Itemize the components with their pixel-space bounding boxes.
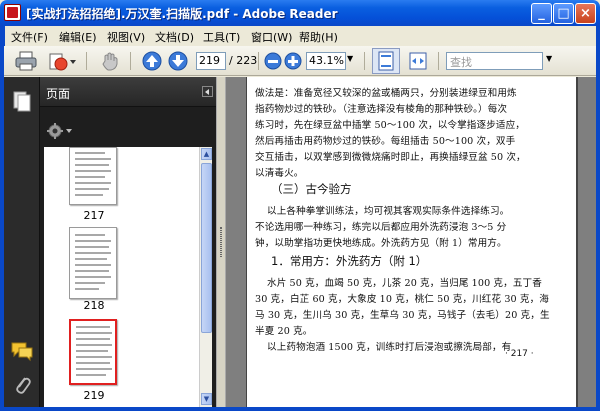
window-frame-bottom bbox=[0, 407, 600, 411]
doc-heading: （三）古今验方 bbox=[271, 182, 352, 196]
scroll-down-icon[interactable]: ▼ bbox=[201, 393, 212, 405]
thumbnail-list[interactable]: 217 218 219 bbox=[44, 147, 199, 407]
doc-line: 指药物炒过的铁砂。（注意选择没有棱角的那种铁砂。）每次 bbox=[255, 104, 508, 115]
toolbar-separator bbox=[86, 52, 87, 70]
next-page-button[interactable] bbox=[166, 50, 190, 72]
title-bar[interactable]: [实战打法招招绝].万汉奎.扫描版.pdf - Adobe Reader _ □… bbox=[0, 0, 600, 26]
scroll-thumb[interactable] bbox=[201, 163, 212, 333]
panel-title: 页面 bbox=[46, 87, 71, 101]
window-frame-right bbox=[596, 26, 600, 411]
document-page: 做法是：准备宽径又较深的盆或桶两只，分别装进绿豆和用炼 指药物炒过的铁砂。（注意… bbox=[246, 77, 578, 407]
hand-icon bbox=[102, 52, 118, 71]
pages-icon bbox=[13, 91, 31, 112]
page-total: / 223 bbox=[229, 54, 258, 67]
up-arrow-icon bbox=[142, 51, 162, 71]
close-button[interactable]: × bbox=[575, 3, 596, 24]
navigation-strip bbox=[4, 77, 40, 407]
minimize-icon: _ bbox=[538, 6, 545, 21]
zoom-dropdown-icon[interactable]: ▼ bbox=[347, 54, 353, 63]
maximize-icon: □ bbox=[557, 6, 570, 21]
close-icon: × bbox=[580, 6, 591, 21]
doc-line: 以清毒火。 bbox=[255, 168, 304, 179]
pages-panel-button[interactable] bbox=[10, 89, 34, 113]
comments-panel-button[interactable] bbox=[10, 339, 34, 363]
page-thumbnail-218[interactable] bbox=[69, 227, 117, 299]
zoom-in-button[interactable] bbox=[282, 50, 306, 72]
doc-line: 30 克，白芷 60 克，大象皮 10 克，桃仁 50 克，川红花 30 克，海 bbox=[255, 294, 549, 305]
doc-subheading: 1．常用方：外洗药方（附 1） bbox=[271, 254, 428, 268]
fit-page-icon bbox=[378, 51, 394, 71]
doc-line: 练习时，先在绿豆盆中插掌 50～100 次，以令掌指逐步适应， bbox=[255, 120, 525, 131]
doc-line: 半夏 20 克。 bbox=[255, 326, 313, 337]
page-thumbnail-219[interactable] bbox=[69, 319, 117, 385]
printer-icon bbox=[15, 51, 37, 71]
toolbar-separator bbox=[130, 52, 131, 70]
fit-page-button[interactable] bbox=[372, 48, 400, 74]
search-dropdown-icon[interactable]: ▼ bbox=[546, 54, 552, 63]
menu-tools[interactable]: 工具(T) bbox=[203, 29, 240, 45]
panel-splitter[interactable] bbox=[216, 77, 226, 407]
gear-icon bbox=[47, 123, 72, 139]
doc-line: 做法是：准备宽径又较深的盆或桶两只，分别装进绿豆和用炼 bbox=[255, 88, 517, 99]
page-thumbnail-217[interactable] bbox=[69, 147, 117, 205]
scroll-up-icon[interactable]: ▲ bbox=[201, 148, 212, 160]
menu-document[interactable]: 文档(D) bbox=[155, 29, 194, 45]
document-viewport[interactable]: 做法是：准备宽径又较深的盆或桶两只，分别装进绿豆和用炼 指药物炒过的铁砂。（注意… bbox=[226, 77, 596, 407]
zoom-in-icon bbox=[284, 52, 302, 70]
window-title: [实战打法招招绝].万汉奎.扫描版.pdf - Adobe Reader bbox=[26, 7, 338, 21]
thumbnail-label-218: 218 bbox=[83, 299, 105, 312]
attach-button[interactable] bbox=[46, 50, 76, 72]
menu-bar: 文件(F) 编辑(E) 视图(V) 文档(D) 工具(T) 窗口(W) 帮助(H… bbox=[4, 26, 596, 46]
search-input[interactable]: 查找 bbox=[446, 52, 543, 70]
toolbar-separator bbox=[364, 52, 365, 70]
toolbar-separator bbox=[258, 52, 259, 70]
page-number-input[interactable]: 219 bbox=[196, 52, 226, 70]
menu-file[interactable]: 文件(F) bbox=[11, 29, 48, 45]
doc-line: 钟，以助掌指功更快地练成。外洗药方见（附 1）常用方。 bbox=[255, 238, 507, 249]
zoom-out-icon bbox=[264, 52, 282, 70]
toolbar-separator bbox=[438, 52, 439, 70]
doc-line: 马 30 克，生川乌 30 克，生草乌 30 克，马钱子（去毛）20 克，生 bbox=[255, 310, 550, 321]
attachments-panel-button[interactable] bbox=[10, 373, 34, 397]
doc-line: 交互插击，以双掌感到微微烧痛时即止，再换插绿豆盆 50 次， bbox=[255, 152, 526, 163]
fit-width-icon bbox=[409, 52, 427, 70]
fit-width-button[interactable] bbox=[406, 50, 430, 72]
doc-line: 然后再插击用药物炒过的铁砂。每组插击 50～100 次，双手 bbox=[255, 136, 516, 147]
menu-help[interactable]: 帮助(H) bbox=[299, 29, 338, 45]
menu-edit[interactable]: 编辑(E) bbox=[59, 29, 97, 45]
panel-options-button[interactable] bbox=[44, 121, 74, 141]
panel-collapse-button[interactable] bbox=[202, 86, 213, 97]
down-arrow-icon bbox=[168, 51, 188, 71]
print-button[interactable] bbox=[14, 50, 38, 72]
zoom-input[interactable]: 43.1% bbox=[306, 52, 346, 70]
toolbar: 219 / 223 43.1% ▼ 查找 ▼ bbox=[4, 46, 596, 76]
thumbnail-label-217: 217 bbox=[83, 209, 105, 222]
thumbnail-scrollbar[interactable]: ▲ ▼ bbox=[199, 147, 212, 407]
hand-tool-button[interactable] bbox=[98, 50, 122, 72]
doc-line: 水片 50 克，血竭 50 克，儿茶 20 克，当归尾 100 克，五丁香 bbox=[267, 278, 542, 289]
doc-page-number: · 217 · bbox=[505, 349, 534, 359]
paperclip-icon bbox=[16, 377, 31, 394]
minimize-button[interactable]: _ bbox=[531, 3, 552, 24]
panel-header: 页面 bbox=[40, 77, 216, 107]
menu-view[interactable]: 视图(V) bbox=[107, 29, 145, 45]
maximize-button[interactable]: □ bbox=[553, 3, 574, 24]
doc-line: 不论选用哪一种练习，练完以后都应用外洗药浸泡 3～5 分 bbox=[255, 222, 507, 233]
adobe-reader-icon bbox=[4, 4, 21, 21]
thumbnail-label-219: 219 bbox=[83, 389, 105, 402]
splitter-grip[interactable] bbox=[220, 227, 222, 257]
pages-panel: 页面 217 218 219 ▲ ▼ bbox=[40, 77, 216, 407]
previous-page-button[interactable] bbox=[140, 50, 164, 72]
comments-icon bbox=[11, 342, 33, 362]
menu-window[interactable]: 窗口(W) bbox=[251, 29, 292, 45]
attach-icon bbox=[49, 53, 76, 71]
doc-line: 以上各种拳掌训练法，均可视其客观实际条件选择练习。 bbox=[267, 206, 510, 217]
